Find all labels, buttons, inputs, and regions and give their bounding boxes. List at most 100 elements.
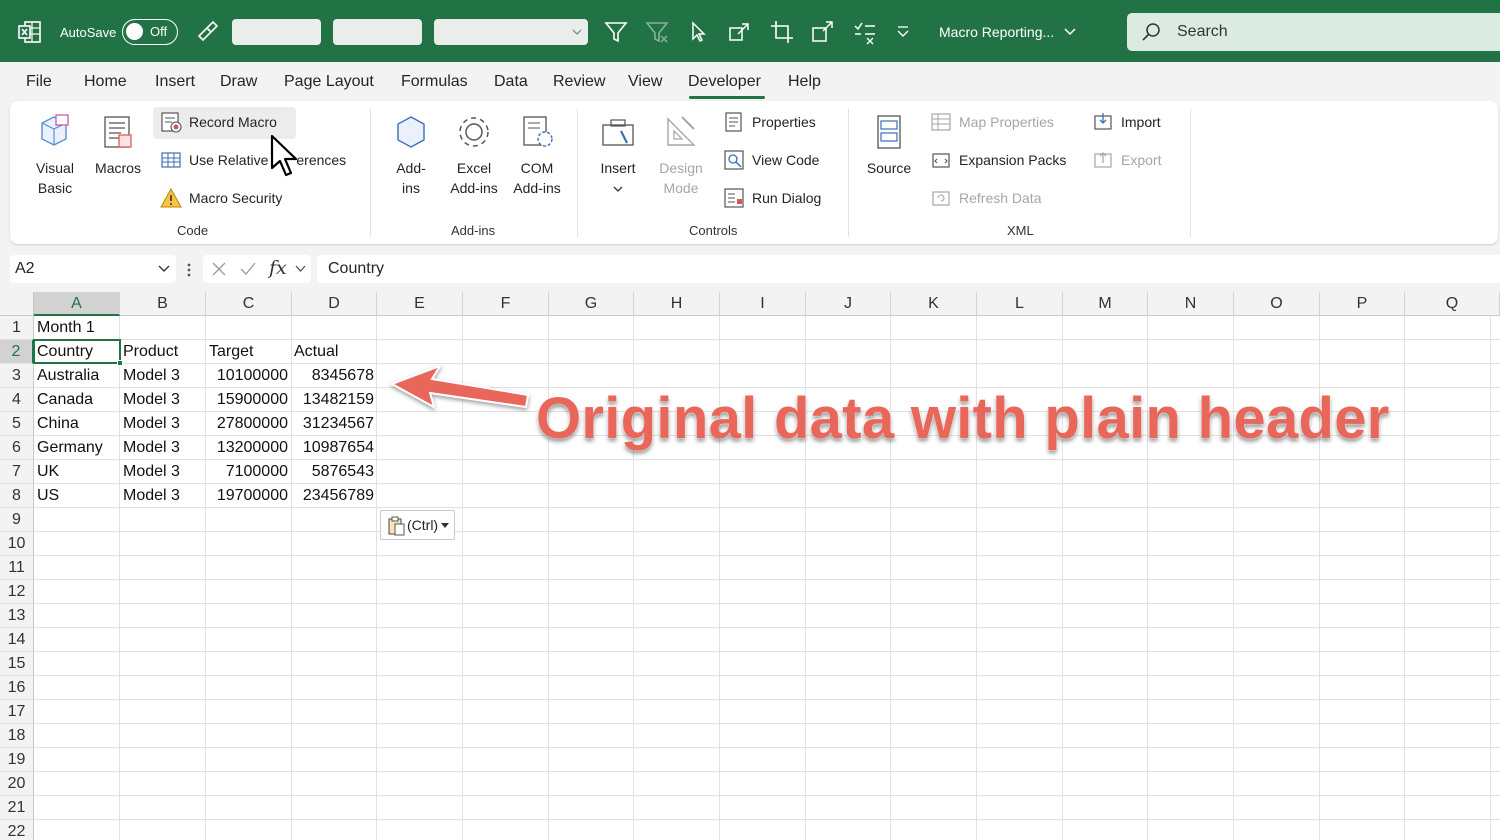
qat-style-dropdown[interactable] [434,19,588,45]
cancel-icon[interactable] [211,261,227,277]
tab-view[interactable]: View [628,73,662,91]
export-button[interactable]: Export [1092,149,1172,173]
properties-button[interactable]: Properties [723,111,833,135]
cell-c6[interactable]: 13200000 [206,436,288,460]
macro-security-button[interactable]: Macro Security [160,187,300,211]
tab-home[interactable]: Home [84,73,127,91]
column-header-q[interactable]: Q [1405,292,1500,316]
column-header-f[interactable]: F [463,292,549,316]
column-header-n[interactable]: N [1148,292,1234,316]
row-header-6[interactable]: 6 [0,436,34,460]
row-header-7[interactable]: 7 [0,460,34,484]
row-header-1[interactable]: 1 [0,316,34,340]
clear-filter-icon[interactable] [643,18,671,46]
tab-page-layout[interactable]: Page Layout [284,73,374,91]
cell-b3[interactable]: Model 3 [123,364,180,388]
cell-a3[interactable]: Australia [37,364,99,388]
cell-c2[interactable]: Target [209,340,253,364]
row-header-19[interactable]: 19 [0,748,34,772]
map-properties-button[interactable]: Map Properties [930,111,1070,135]
resize-icon[interactable] [809,18,837,46]
row-header-9[interactable]: 9 [0,508,34,532]
cell-c7[interactable]: 7100000 [206,460,288,484]
tab-data[interactable]: Data [494,73,528,91]
cell-b7[interactable]: Model 3 [123,460,180,484]
cell-d2[interactable]: Actual [294,340,338,364]
column-header-m[interactable]: M [1063,292,1148,316]
paste-options-button[interactable]: (Ctrl) [380,510,455,540]
customize-qat-icon[interactable] [889,18,917,46]
row-header-5[interactable]: 5 [0,412,34,436]
row-header-21[interactable]: 21 [0,796,34,820]
row-header-16[interactable]: 16 [0,676,34,700]
macros-button[interactable]: Macros [90,111,146,178]
column-header-k[interactable]: K [891,292,977,316]
column-header-b[interactable]: B [120,292,206,316]
row-header-2[interactable]: 2 [0,340,34,364]
cell-c3[interactable]: 10100000 [206,364,288,388]
cell-d3[interactable]: 8345678 [292,364,374,388]
column-header-g[interactable]: G [549,292,634,316]
bring-forward-icon[interactable] [726,18,754,46]
checklist-icon[interactable] [851,18,879,46]
cell-b4[interactable]: Model 3 [123,388,180,412]
column-header-d[interactable]: D [292,292,377,316]
row-header-12[interactable]: 12 [0,580,34,604]
insert-control-button[interactable]: Insert [592,111,644,198]
tab-insert[interactable]: Insert [155,73,195,91]
addins-button[interactable]: Add- ins [384,111,438,198]
cell-a8[interactable]: US [37,484,59,508]
worksheet-grid[interactable]: A B C D E F G H I J K L M N O P Q 1 2 3 … [0,292,1500,840]
visual-basic-button[interactable]: Visual Basic [24,111,86,198]
format-painter-icon[interactable] [193,18,221,46]
row-header-20[interactable]: 20 [0,772,34,796]
row-header-4[interactable]: 4 [0,388,34,412]
cell-c4[interactable]: 15900000 [206,388,288,412]
cell-b2[interactable]: Product [123,340,178,364]
cell-a5[interactable]: China [37,412,79,436]
cell-a7[interactable]: UK [37,460,59,484]
column-header-e[interactable]: E [377,292,463,316]
column-header-c[interactable]: C [206,292,292,316]
qat-font-box[interactable] [232,19,321,45]
design-mode-button[interactable]: Design Mode [652,111,710,198]
row-header-11[interactable]: 11 [0,556,34,580]
row-header-22[interactable]: 22 [0,820,34,840]
tab-developer[interactable]: Developer [688,73,761,91]
search-box[interactable]: Search [1127,13,1500,51]
row-header-18[interactable]: 18 [0,724,34,748]
column-header-h[interactable]: H [634,292,720,316]
row-header-8[interactable]: 8 [0,484,34,508]
column-header-o[interactable]: O [1234,292,1320,316]
tab-file[interactable]: File [26,73,52,91]
column-header-l[interactable]: L [977,292,1063,316]
name-box[interactable]: A2 [10,255,176,283]
qat-size-box[interactable] [333,19,422,45]
insert-function-button[interactable]: fx [269,257,287,279]
cell-d8[interactable]: 23456789 [292,484,374,508]
fill-handle[interactable] [117,360,123,366]
cell-d5[interactable]: 31234567 [292,412,374,436]
cell-c5[interactable]: 27800000 [206,412,288,436]
cell-d7[interactable]: 5876543 [292,460,374,484]
refresh-data-button[interactable]: Refresh Data [930,187,1060,211]
cell-c8[interactable]: 19700000 [206,484,288,508]
select-objects-icon[interactable] [684,18,712,46]
excel-addins-button[interactable]: Excel Add-ins [445,111,503,198]
row-header-15[interactable]: 15 [0,652,34,676]
record-macro-button[interactable]: Record Macro [160,111,290,135]
cell-a4[interactable]: Canada [37,388,93,412]
column-header-p[interactable]: P [1320,292,1405,316]
cell-a1[interactable]: Month 1 [37,316,95,340]
source-button[interactable]: Source [860,111,918,178]
column-header-j[interactable]: J [806,292,891,316]
column-header-i[interactable]: I [720,292,806,316]
row-header-14[interactable]: 14 [0,628,34,652]
cell-b8[interactable]: Model 3 [123,484,180,508]
use-relative-references-button[interactable]: Use Relative erences [160,149,355,173]
cell-b6[interactable]: Model 3 [123,436,180,460]
row-header-17[interactable]: 17 [0,700,34,724]
cell-b5[interactable]: Model 3 [123,412,180,436]
row-header-10[interactable]: 10 [0,532,34,556]
expansion-packs-button[interactable]: Expansion Packs [930,149,1075,173]
